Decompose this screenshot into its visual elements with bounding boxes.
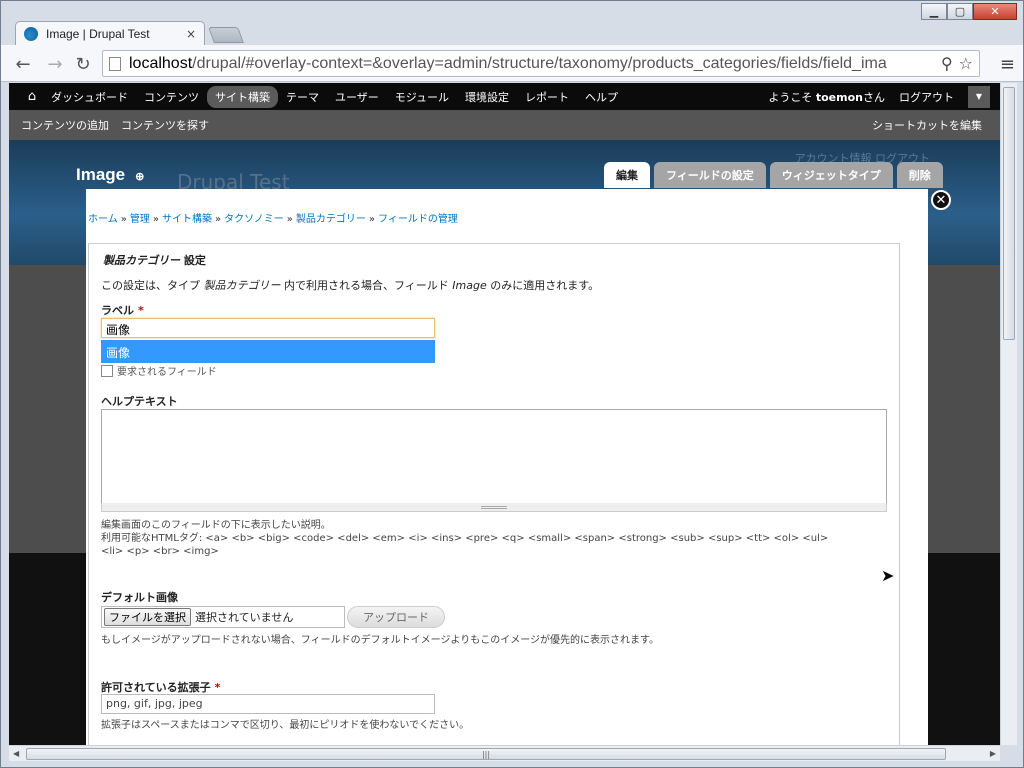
drupal-favicon-icon [24, 27, 38, 41]
overlay-close-icon[interactable]: ✕ [931, 190, 951, 210]
file-status: 選択されていません [195, 611, 294, 624]
allowed-extensions-input[interactable]: png, gif, jpg, jpeg [101, 694, 435, 714]
username-link[interactable]: toemon [816, 91, 863, 104]
welcome-text: ようこそ toemonさん [768, 90, 885, 104]
shortcut-bar: コンテンツの追加 コンテンツを探す ショートカットを編集 [9, 110, 1000, 140]
breadcrumb-structure[interactable]: サイト構築 [162, 214, 212, 225]
textarea-resize-grip[interactable] [101, 503, 887, 512]
allowed-extensions-label: 許可されている拡張子 * [101, 681, 221, 694]
menu-reports[interactable]: レポート [517, 86, 577, 108]
add-shortcut-icon[interactable]: ⊕ [135, 171, 144, 183]
url-text: localhost/drupal/#overlay-context=&overl… [129, 54, 887, 72]
choose-file-button[interactable]: ファイルを選択 [104, 608, 191, 626]
default-image-upload: ファイルを選択 選択されていません アップロード [101, 606, 445, 628]
default-image-label: デフォルト画像 [101, 591, 178, 604]
horizontal-scrollbar[interactable]: ◀ ||| ▶ [9, 745, 1000, 761]
tab-edit[interactable]: 編集 [604, 162, 650, 188]
upload-button[interactable]: アップロード [347, 606, 445, 628]
settings-fieldset: 製品カテゴリー 設定 この設定は、タイプ 製品カテゴリー 内で利用される場合、フ… [88, 243, 900, 745]
vertical-scrollbar[interactable] [1000, 83, 1017, 745]
horizontal-scroll-thumb[interactable]: ||| [26, 748, 946, 760]
maximize-button[interactable]: ▢ [947, 3, 973, 20]
allowed-extensions-description: 拡張子はスペースまたはコンマで区切り、最初にピリオドを使わないでください。 [101, 720, 470, 731]
address-bar[interactable]: localhost/drupal/#overlay-context=&overl… [102, 50, 980, 77]
vertical-scroll-thumb[interactable] [1003, 87, 1015, 340]
required-field-checkbox-row[interactable]: 要求されるフィールド [101, 363, 217, 378]
menu-icon[interactable]: ≡ [1000, 54, 1015, 75]
window-controls: ▁ ▢ ✕ [921, 3, 1017, 20]
browser-window: ▁ ▢ ✕ Image | Drupal Test × ← → ↻ localh… [0, 0, 1024, 768]
help-text-label: ヘルプテキスト [101, 395, 178, 408]
forward-icon[interactable]: → [45, 54, 65, 75]
edit-shortcuts-link[interactable]: ショートカットを編集 [872, 117, 982, 133]
menu-appearance[interactable]: テーマ [278, 86, 327, 108]
breadcrumb-home[interactable]: ホーム [88, 214, 118, 225]
menu-modules[interactable]: モジュール [387, 86, 457, 108]
menu-people[interactable]: ユーザー [327, 86, 387, 108]
admin-toolbar: ⌂ ダッシュボード コンテンツ サイト構築 テーマ ユーザー モジュール 環境設… [9, 83, 1000, 110]
tab-delete[interactable]: 削除 [896, 162, 943, 188]
breadcrumb: ホーム» 管理» サイト構築» タクソノミー» 製品カテゴリー» フィールドの管理 [88, 214, 458, 225]
page-viewport: ⌂ ダッシュボード コンテンツ サイト構築 テーマ ユーザー モジュール 環境設… [9, 83, 1000, 745]
settings-intro: この設定は、タイプ 製品カテゴリー 内で利用される場合、フィールド Image … [101, 279, 600, 292]
toolbar-toggle-icon[interactable]: ▼ [968, 85, 990, 108]
tab-strip: Image | Drupal Test × [1, 1, 901, 46]
tab-close-icon[interactable]: × [186, 27, 196, 41]
browser-tab[interactable]: Image | Drupal Test × [15, 21, 205, 46]
scroll-left-icon[interactable]: ◀ [13, 749, 19, 758]
menu-dashboard[interactable]: ダッシュボード [43, 86, 136, 108]
required-checkbox[interactable] [101, 364, 113, 377]
new-tab-button[interactable] [208, 27, 244, 43]
tab-field-settings[interactable]: フィールドの設定 [654, 162, 766, 188]
file-input[interactable]: ファイルを選択 選択されていません [101, 606, 345, 628]
tab-widget-type[interactable]: ウィジェットタイプ [769, 162, 893, 188]
tab-title: Image | Drupal Test [46, 27, 150, 41]
help-text-textarea[interactable] [101, 409, 887, 505]
breadcrumb-manage-fields[interactable]: フィールドの管理 [378, 214, 458, 225]
breadcrumb-products-categories[interactable]: 製品カテゴリー [296, 214, 366, 225]
label-field-label: ラベル * [101, 304, 144, 317]
close-window-button[interactable]: ✕ [973, 3, 1017, 20]
overlay-content: ホーム» 管理» サイト構築» タクソノミー» 製品カテゴリー» フィールドの管理 製品カ… [86, 189, 928, 745]
reload-icon[interactable]: ↻ [73, 54, 93, 75]
home-icon[interactable]: ⌂ [21, 89, 43, 104]
logout-link[interactable]: ログアウト [899, 89, 954, 105]
shortcut-add-content[interactable]: コンテンツの追加 [21, 117, 109, 133]
scroll-right-icon[interactable]: ▶ [990, 749, 996, 758]
overlay-title: Image ⊕ [76, 165, 145, 184]
search-icon[interactable]: ⚲ [941, 54, 953, 73]
label-input[interactable]: 画像 [101, 318, 435, 338]
default-image-description: もしイメージがアップロードされない場合、フィールドのデフォルトイメージよりもこの… [101, 635, 659, 646]
back-icon[interactable]: ← [13, 54, 33, 75]
shortcut-find-content[interactable]: コンテンツを探す [121, 117, 209, 133]
mouse-cursor-icon: ➤ [881, 566, 895, 585]
menu-content[interactable]: コンテンツ [136, 86, 207, 108]
breadcrumb-taxonomy[interactable]: タクソノミー [224, 214, 284, 225]
fieldset-legend: 製品カテゴリー 設定 [103, 254, 206, 267]
menu-structure[interactable]: サイト構築 [207, 85, 278, 108]
minimize-button[interactable]: ▁ [921, 3, 947, 20]
menu-help[interactable]: ヘルプ [577, 86, 626, 108]
required-checkbox-label: 要求されるフィールド [117, 367, 217, 378]
star-icon[interactable]: ☆ [959, 54, 973, 73]
overlay-tabs: 編集 フィールドの設定 ウィジェットタイプ 削除 [604, 162, 943, 188]
breadcrumb-admin[interactable]: 管理 [130, 214, 150, 225]
help-text-description: 編集画面のこのフィールドの下に表示したい説明。 利用可能なHTMLタグ: <a>… [101, 520, 829, 557]
page-icon [109, 56, 121, 71]
browser-toolbar: ← → ↻ localhost/drupal/#overlay-context=… [1, 45, 1023, 82]
autocomplete-suggestion[interactable]: 画像 [101, 340, 435, 363]
menu-configuration[interactable]: 環境設定 [457, 86, 517, 108]
